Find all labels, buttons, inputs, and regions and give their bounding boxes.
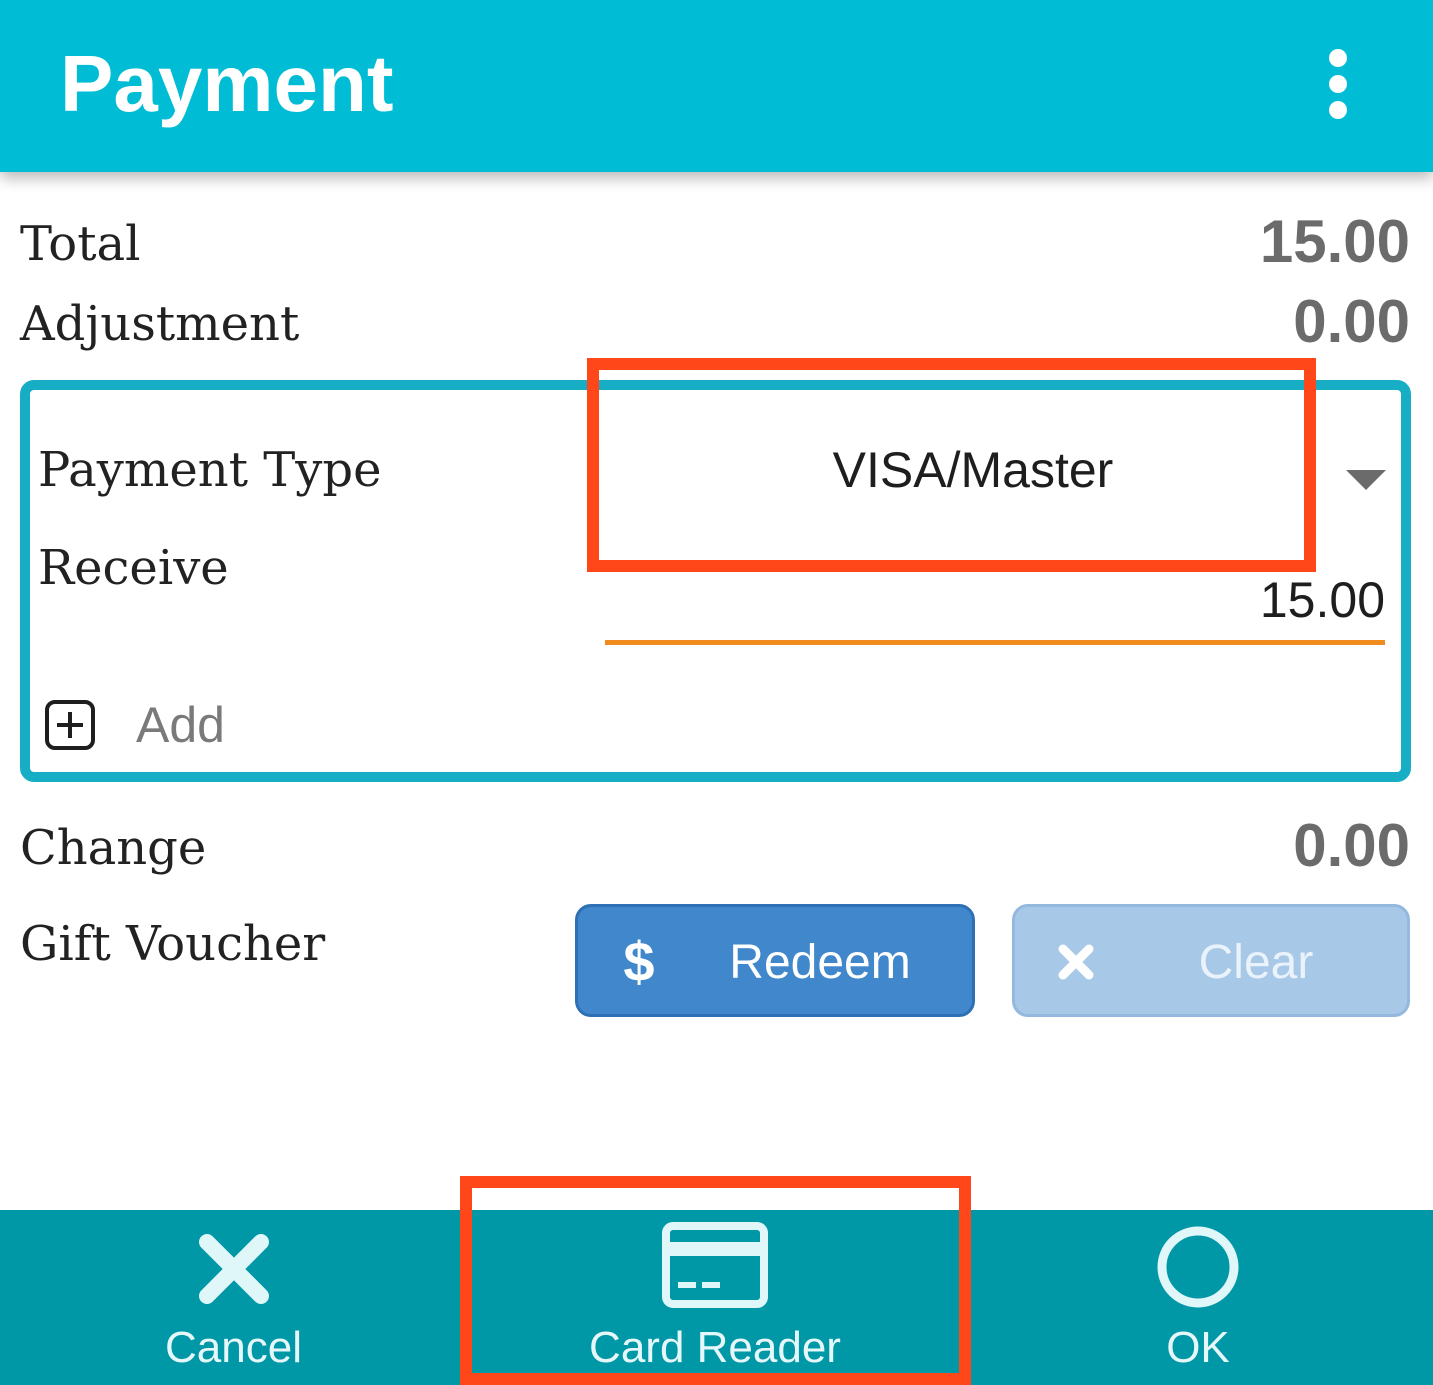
total-value: 15.00: [1259, 208, 1410, 275]
payment-type-value: VISA/Master: [832, 442, 1114, 498]
more-vert-icon[interactable]: [1303, 44, 1373, 124]
change-label: Change: [20, 820, 207, 876]
chevron-down-icon: [1346, 470, 1386, 490]
card-reader-button[interactable]: Card Reader: [467, 1210, 963, 1385]
redeem-button[interactable]: $ Redeem: [575, 904, 975, 1017]
card-reader-label: Card Reader: [589, 1323, 841, 1372]
bottom-action-bar: Cancel Card Reader OK: [0, 1210, 1433, 1385]
dollar-icon: $: [614, 930, 664, 993]
close-icon: [197, 1232, 271, 1311]
add-label: Add: [136, 697, 225, 753]
ok-button[interactable]: OK: [963, 1210, 1433, 1385]
ok-label: OK: [1166, 1323, 1230, 1372]
receive-input[interactable]: [605, 560, 1385, 645]
payment-screen: Payment Total 15.00 Adjustment 0.00 Paym…: [0, 0, 1433, 1385]
app-bar: Payment: [0, 0, 1433, 172]
page-title: Payment: [60, 39, 394, 128]
clear-label: Clear: [1198, 936, 1314, 989]
add-payment-button[interactable]: Add: [44, 695, 344, 755]
svg-text:$: $: [623, 931, 654, 991]
adjustment-value: 0.00: [1293, 288, 1410, 355]
circle-icon: [1153, 1222, 1243, 1317]
payment-card: Payment Type VISA/Master Receive Add: [20, 380, 1411, 782]
add-box-icon: [44, 699, 96, 756]
payment-type-select[interactable]: VISA/Master: [608, 410, 1398, 530]
payment-type-label: Payment Type: [38, 442, 382, 498]
close-icon: [1051, 931, 1101, 991]
cancel-label: Cancel: [165, 1323, 302, 1372]
total-label: Total: [20, 216, 141, 272]
credit-card-icon: [662, 1222, 768, 1313]
clear-button[interactable]: Clear: [1012, 904, 1410, 1017]
cancel-button[interactable]: Cancel: [0, 1210, 467, 1385]
receive-label: Receive: [38, 540, 229, 596]
change-value: 0.00: [1293, 812, 1410, 879]
gift-voucher-label: Gift Voucher: [20, 916, 326, 972]
adjustment-label: Adjustment: [20, 296, 300, 352]
redeem-label: Redeem: [729, 936, 911, 989]
